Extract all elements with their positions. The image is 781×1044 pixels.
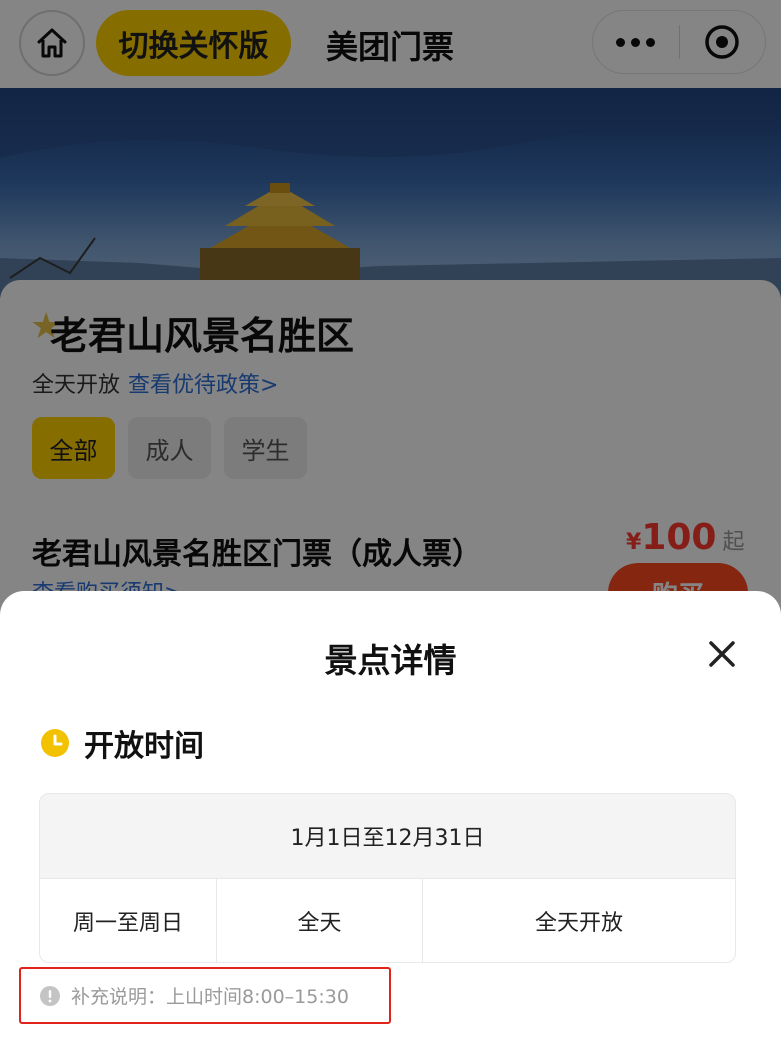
opening-hours-header: 开放时间 [40, 721, 204, 765]
status-cell: 全天开放 [534, 911, 623, 936]
info-icon [40, 985, 60, 1006]
section-title: 开放时间 [84, 729, 204, 764]
close-icon[interactable] [703, 635, 741, 673]
attraction-detail-sheet: 景点详情 开放时间 1月1日至12月31日 周一至周日 全天 全天开放 补充说明… [0, 591, 781, 1044]
supplementary-note: 补充说明：上山时间8:00–15:30 [19, 967, 391, 1024]
clock-icon [41, 729, 69, 757]
days-cell: 周一至周日 [40, 879, 217, 962]
period-cell: 全天 [217, 879, 423, 962]
note-text: 补充说明：上山时间8:00–15:30 [71, 986, 349, 1008]
date-range: 1月1日至12月31日 [40, 794, 735, 879]
opening-hours-table: 1月1日至12月31日 周一至周日 全天 全天开放 [39, 793, 736, 963]
hours-row: 周一至周日 全天 全天开放 [40, 879, 735, 962]
sheet-title: 景点详情 [324, 641, 457, 680]
